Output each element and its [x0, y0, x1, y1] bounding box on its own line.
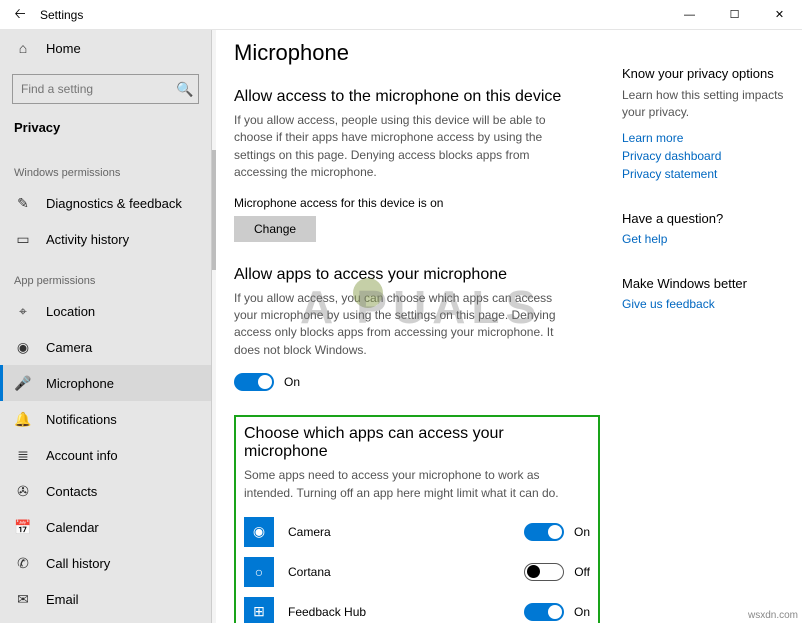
- sidebar-item-microphone[interactable]: 🎤 Microphone: [0, 365, 211, 401]
- app-toggle[interactable]: [524, 523, 564, 541]
- nav-label: Location: [46, 304, 95, 319]
- window-title: Settings: [40, 8, 667, 22]
- right-panel: Know your privacy options Learn how this…: [622, 30, 802, 623]
- link-learn-more[interactable]: Learn more: [622, 131, 786, 145]
- search-icon: 🔍: [176, 80, 193, 98]
- app-icon: ◉: [244, 517, 274, 547]
- change-button[interactable]: Change: [234, 216, 316, 242]
- search-box[interactable]: 🔍: [12, 74, 199, 104]
- app-icon: ⊞: [244, 597, 274, 623]
- right-heading: Know your privacy options: [622, 66, 786, 81]
- access-status: Microphone access for this device is on: [234, 196, 600, 210]
- app-icon: ○: [244, 557, 274, 587]
- right-heading: Have a question?: [622, 211, 786, 226]
- app-name: Camera: [288, 525, 524, 539]
- nav-label: Activity history: [46, 232, 129, 247]
- section-header: Windows permissions: [0, 149, 211, 185]
- nav-label: Contacts: [46, 484, 97, 499]
- category-header: Privacy: [0, 116, 211, 149]
- app-toggle-state: Off: [574, 565, 590, 579]
- app-toggle[interactable]: [524, 603, 564, 621]
- sidebar-item-call-history[interactable]: ✆ Call history: [0, 545, 211, 581]
- section-desc: Some apps need to access your microphone…: [244, 467, 590, 502]
- section-header: App permissions: [0, 257, 211, 293]
- sidebar-item-calendar[interactable]: 📅 Calendar: [0, 509, 211, 545]
- sidebar: ⌂ Home 🔍 Privacy Windows permissions ✎ Di…: [0, 30, 212, 623]
- app-list-box: Choose which apps can access your microp…: [234, 415, 600, 623]
- nav-icon: 🔔: [14, 410, 32, 428]
- section-desc: If you allow access, you can choose whic…: [234, 290, 564, 360]
- right-heading: Make Windows better: [622, 276, 786, 291]
- section-heading: Choose which apps can access your microp…: [244, 425, 590, 461]
- home-nav[interactable]: ⌂ Home: [0, 30, 211, 66]
- allow-apps-toggle[interactable]: [234, 373, 274, 391]
- nav-icon: ✆: [14, 554, 32, 572]
- nav-label: Camera: [46, 340, 92, 355]
- nav-label: Email: [46, 592, 79, 607]
- nav-label: Microphone: [46, 376, 114, 391]
- nav-label: Account info: [46, 448, 118, 463]
- section-heading: Allow apps to access your microphone: [234, 266, 600, 284]
- app-row-camera: ◉ Camera On: [244, 512, 590, 552]
- app-name: Feedback Hub: [288, 605, 524, 619]
- sidebar-item-diagnostics-feedback[interactable]: ✎ Diagnostics & feedback: [0, 185, 211, 221]
- sidebar-item-camera[interactable]: ◉ Camera: [0, 329, 211, 365]
- home-label: Home: [46, 41, 81, 56]
- section-heading: Allow access to the microphone on this d…: [234, 88, 600, 106]
- nav-icon: ✎: [14, 194, 32, 212]
- page-title: Microphone: [234, 40, 600, 66]
- nav-icon: ✇: [14, 482, 32, 500]
- app-row-cortana: ○ Cortana Off: [244, 552, 590, 592]
- link-privacy-dashboard[interactable]: Privacy dashboard: [622, 149, 786, 163]
- app-row-feedback-hub: ⊞ Feedback Hub On: [244, 592, 590, 623]
- nav-label: Diagnostics & feedback: [46, 196, 182, 211]
- nav-label: Notifications: [46, 412, 117, 427]
- link-privacy-statement[interactable]: Privacy statement: [622, 167, 786, 181]
- home-icon: ⌂: [14, 39, 32, 57]
- search-input[interactable]: [21, 82, 176, 96]
- link-get-help[interactable]: Get help: [622, 232, 786, 246]
- nav-icon: ◉: [14, 338, 32, 356]
- nav-icon: 🎤: [14, 374, 32, 392]
- app-toggle-state: On: [574, 525, 590, 539]
- sidebar-item-tasks[interactable]: ✓Tasks: [0, 617, 211, 623]
- nav-icon: ⌖: [14, 302, 32, 320]
- sidebar-item-location[interactable]: ⌖ Location: [0, 293, 211, 329]
- sidebar-item-account-info[interactable]: ≣ Account info: [0, 437, 211, 473]
- nav-icon: ≣: [14, 446, 32, 464]
- main-content: Microphone Allow access to the microphon…: [212, 30, 622, 623]
- nav-icon: ▭: [14, 230, 32, 248]
- sidebar-item-notifications[interactable]: 🔔 Notifications: [0, 401, 211, 437]
- nav-icon: 📅: [14, 518, 32, 536]
- nav-icon: ✉: [14, 590, 32, 608]
- app-name: Cortana: [288, 565, 524, 579]
- app-toggle-state: On: [574, 605, 590, 619]
- link-feedback[interactable]: Give us feedback: [622, 297, 786, 311]
- sidebar-item-activity-history[interactable]: ▭ Activity history: [0, 221, 211, 257]
- section-desc: If you allow access, people using this d…: [234, 112, 564, 182]
- close-button[interactable]: ✕: [757, 0, 802, 30]
- nav-label: Call history: [46, 556, 110, 571]
- sidebar-item-email[interactable]: ✉ Email: [0, 581, 211, 617]
- toggle-state: On: [284, 375, 300, 389]
- back-button[interactable]: 🡠: [0, 3, 40, 27]
- minimize-button[interactable]: —: [667, 0, 712, 30]
- maximize-button[interactable]: ☐: [712, 0, 757, 30]
- nav-label: Calendar: [46, 520, 99, 535]
- sidebar-item-contacts[interactable]: ✇ Contacts: [0, 473, 211, 509]
- right-desc: Learn how this setting impacts your priv…: [622, 87, 786, 121]
- source-credit: wsxdn.com: [748, 610, 798, 621]
- app-toggle[interactable]: [524, 563, 564, 581]
